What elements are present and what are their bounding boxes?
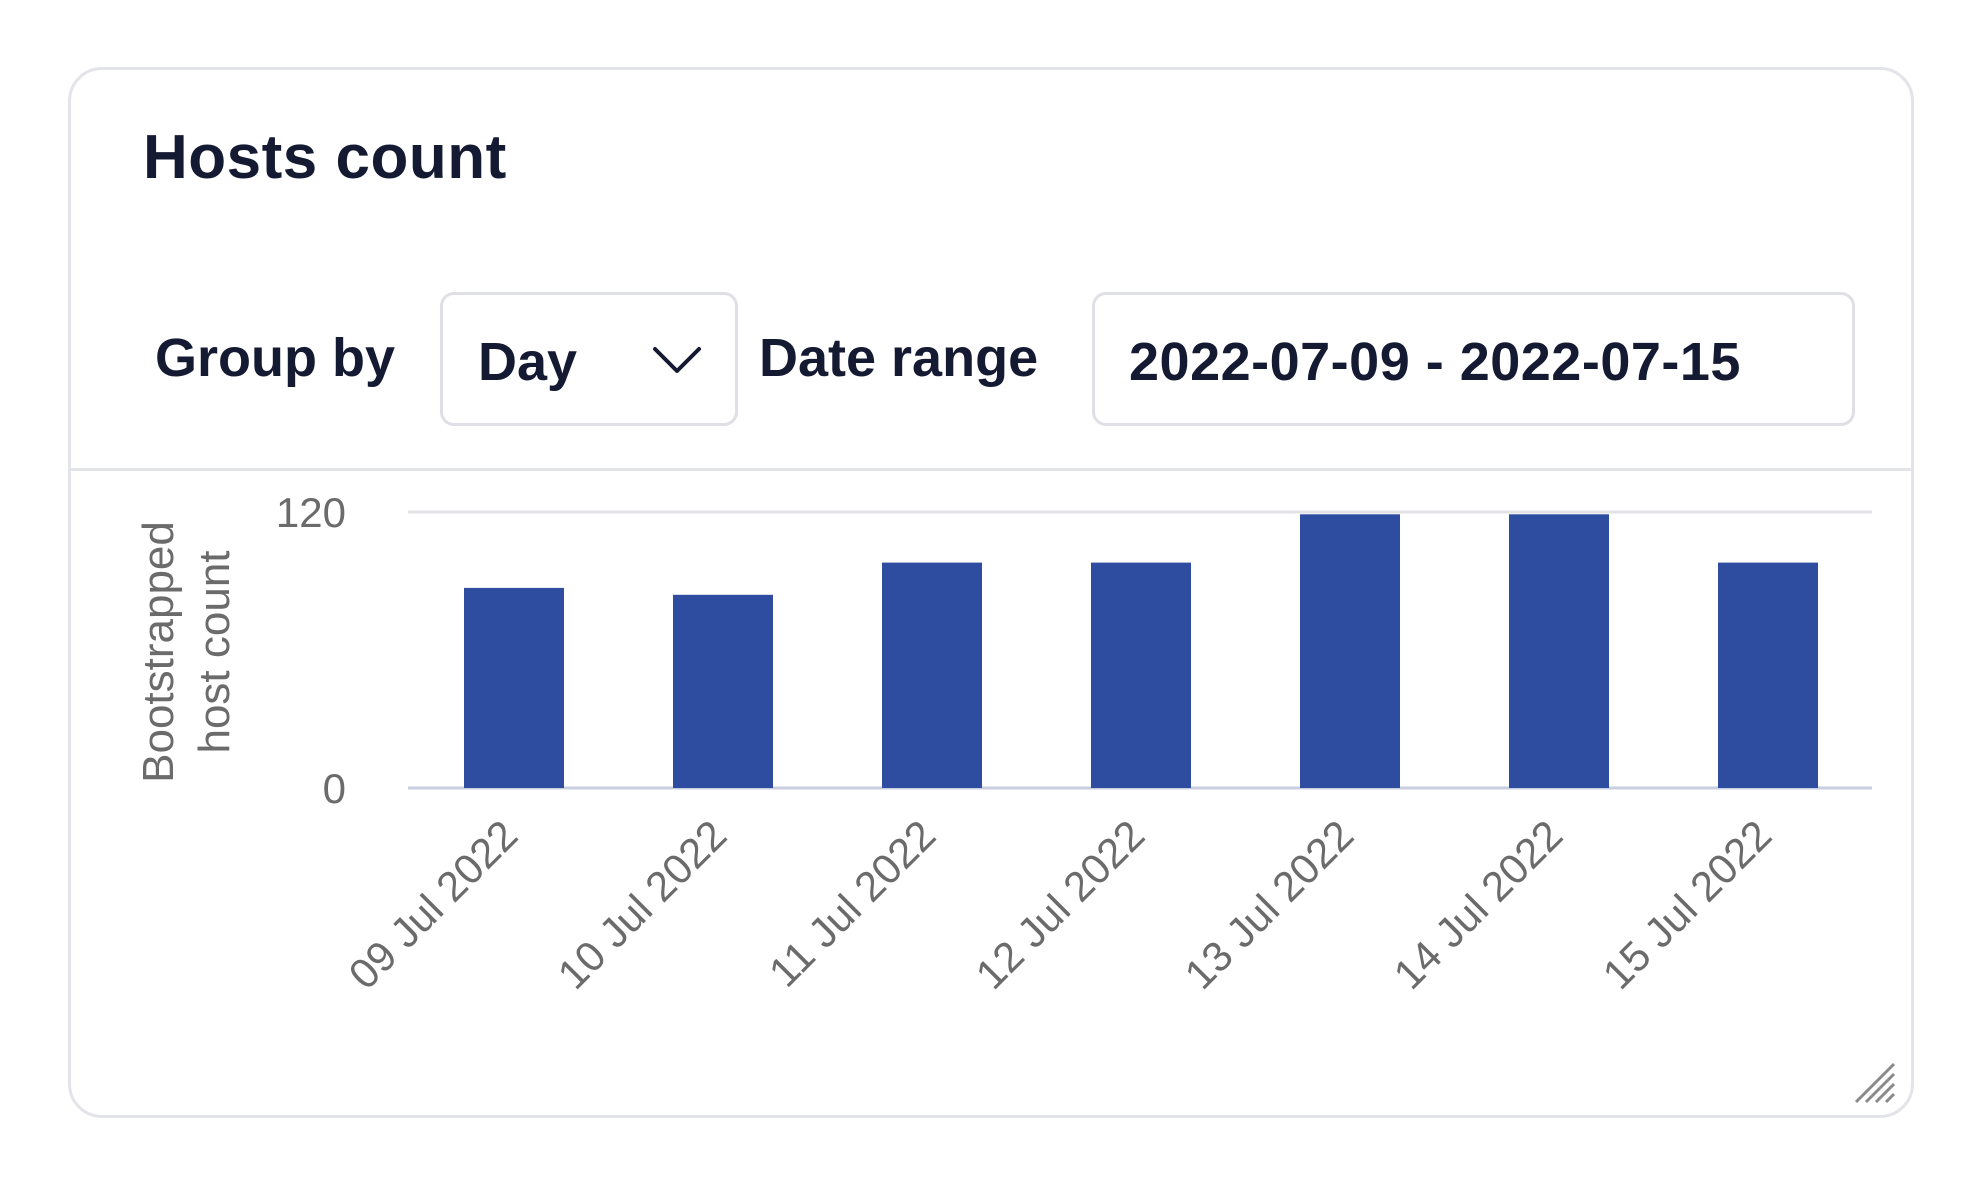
x-tick-label: 09 Jul 2022 — [340, 811, 527, 998]
bar — [1509, 514, 1609, 788]
bar — [1091, 562, 1191, 788]
resize-handle-icon[interactable] — [1852, 1060, 1898, 1106]
y-axis-label-line: Bootstrapped — [134, 521, 183, 783]
x-tick-label: 14 Jul 2022 — [1385, 811, 1572, 998]
y-tick-label: 0 — [323, 765, 346, 812]
bar — [464, 587, 564, 788]
bar — [882, 562, 982, 788]
bar — [673, 594, 773, 788]
y-axis-label-line: host count — [190, 550, 239, 753]
y-axis-label: Bootstrapped host count — [134, 521, 239, 783]
bar — [1300, 514, 1400, 788]
bar — [1718, 562, 1818, 788]
x-tick-label: 15 Jul 2022 — [1594, 811, 1781, 998]
x-tick-label: 12 Jul 2022 — [967, 811, 1154, 998]
x-tick-label: 11 Jul 2022 — [760, 811, 945, 996]
bar-chart: 0 120 Bootstrapped host count 09 Jul 2022 10 … — [134, 489, 1872, 998]
y-tick-label: 120 — [276, 489, 346, 536]
x-tick-label: 13 Jul 2022 — [1176, 811, 1363, 998]
x-tick-label: 10 Jul 2022 — [549, 811, 736, 998]
